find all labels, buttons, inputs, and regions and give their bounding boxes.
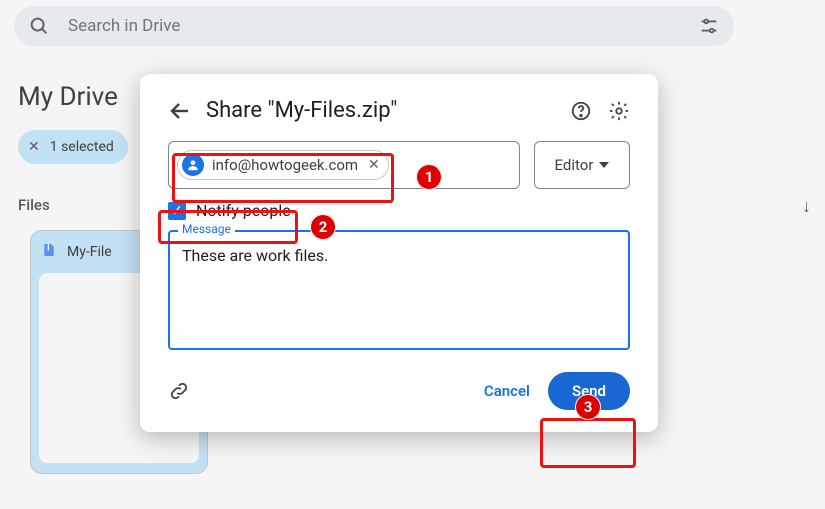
annotation-badge-3: 3 bbox=[575, 394, 601, 420]
annotation-badge-1: 1 bbox=[416, 164, 442, 190]
message-textarea[interactable]: These are work files. bbox=[168, 230, 630, 350]
cancel-button[interactable]: Cancel bbox=[472, 374, 542, 408]
notify-label: Notify people bbox=[196, 201, 291, 220]
role-label: Editor bbox=[555, 156, 594, 174]
files-heading: Files bbox=[18, 196, 50, 214]
search-placeholder: Search in Drive bbox=[68, 16, 180, 36]
search-options-icon[interactable] bbox=[698, 15, 720, 37]
back-arrow-icon[interactable] bbox=[168, 99, 192, 123]
search-icon bbox=[28, 15, 50, 37]
dialog-title: Share "My-Files.zip" bbox=[206, 98, 397, 123]
avatar-icon bbox=[182, 154, 204, 176]
people-input[interactable]: info@howtogeek.com ✕ bbox=[168, 141, 520, 189]
search-bar[interactable]: Search in Drive bbox=[14, 6, 734, 46]
notify-checkbox[interactable]: ✓ bbox=[168, 202, 186, 220]
chevron-down-icon bbox=[599, 162, 609, 168]
remove-chip-icon[interactable]: ✕ bbox=[368, 157, 380, 173]
person-chip[interactable]: info@howtogeek.com ✕ bbox=[177, 150, 389, 180]
copy-link-icon[interactable] bbox=[168, 380, 190, 402]
role-dropdown[interactable]: Editor bbox=[534, 141, 630, 189]
chip-email: info@howtogeek.com bbox=[212, 156, 358, 174]
message-field-label: Message bbox=[178, 222, 235, 236]
share-dialog: Share "My-Files.zip" info@howtogeek.com … bbox=[140, 74, 658, 432]
annotation-badge-2: 2 bbox=[310, 214, 336, 240]
file-name: My-File bbox=[67, 244, 112, 260]
selection-count: 1 selected bbox=[50, 139, 114, 155]
close-icon[interactable]: ✕ bbox=[28, 139, 40, 155]
selection-chip[interactable]: ✕ 1 selected bbox=[18, 130, 128, 164]
sort-direction-icon[interactable]: ↓ bbox=[802, 196, 811, 217]
page-title: My Drive bbox=[18, 82, 118, 112]
zip-file-icon bbox=[41, 242, 57, 262]
gear-icon[interactable] bbox=[608, 100, 630, 122]
help-icon[interactable] bbox=[570, 100, 592, 122]
